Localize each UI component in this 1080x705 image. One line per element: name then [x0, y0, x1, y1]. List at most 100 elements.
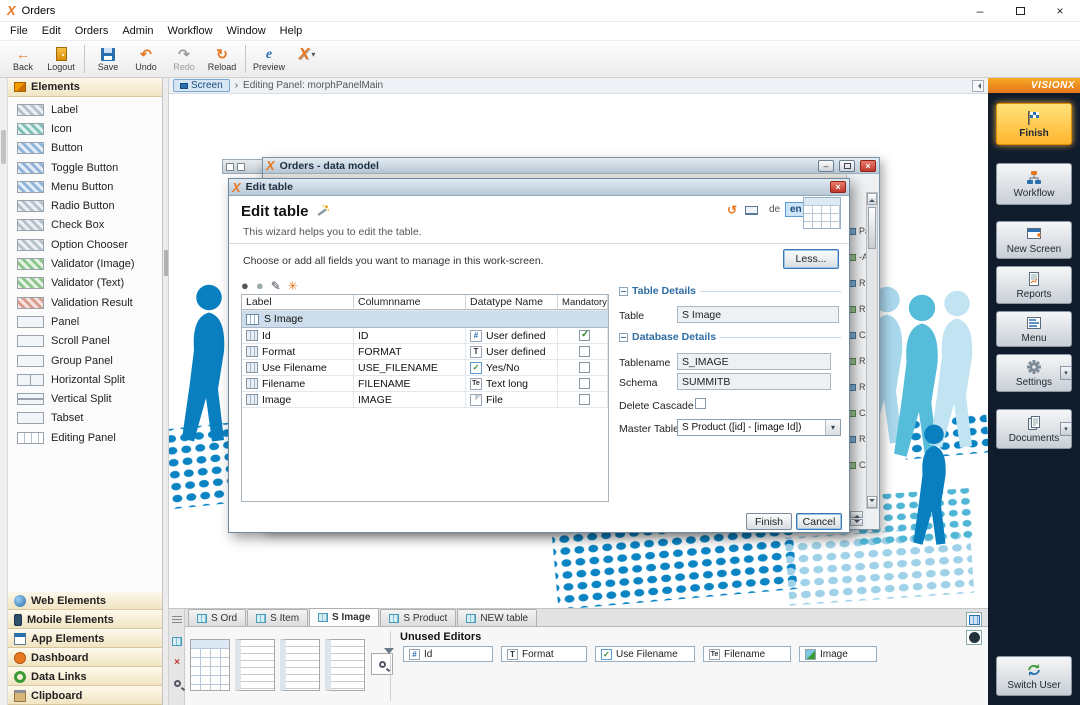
- preview-button[interactable]: e Preview: [250, 43, 288, 76]
- minimize-button[interactable]: –: [960, 0, 1000, 22]
- menu-help[interactable]: Help: [273, 23, 310, 39]
- element-item-panel[interactable]: Panel: [8, 312, 162, 331]
- element-item-validator-image[interactable]: Validator (Image): [8, 254, 162, 273]
- element-item-validation-result[interactable]: Validation Result: [8, 293, 162, 312]
- table-row[interactable]: Format FORMAT T User defined: [242, 344, 608, 360]
- element-item-horizontal-split[interactable]: Horizontal Split: [8, 370, 162, 389]
- unused-editor-use-filename[interactable]: ✓ Use Filename: [595, 646, 695, 662]
- layout-thumbnail-grid[interactable]: [190, 639, 230, 691]
- back-button[interactable]: ← Back: [4, 43, 42, 76]
- element-item-tabset[interactable]: Tabset: [8, 409, 162, 428]
- mandatory-checkbox[interactable]: [579, 362, 590, 373]
- table-name-input[interactable]: S Image: [677, 306, 839, 323]
- spinner-up-button[interactable]: [850, 511, 863, 518]
- column-header[interactable]: Label: [242, 295, 354, 310]
- element-item-validator-text[interactable]: Validator (Text): [8, 274, 162, 293]
- visionx-reports-button[interactable]: Reports: [996, 266, 1072, 304]
- elements-panel-header[interactable]: Elements: [8, 78, 162, 97]
- menu-file[interactable]: File: [3, 23, 35, 39]
- record-view-button[interactable]: [966, 630, 982, 645]
- magic-field-icon[interactable]: ✳: [288, 279, 298, 293]
- element-item-group-panel[interactable]: Group Panel: [8, 351, 162, 370]
- left-collapse-strip[interactable]: [0, 78, 8, 705]
- monitor-icon[interactable]: [745, 206, 758, 215]
- master-table-dropdown[interactable]: S Product ([id] - [image Id]) ▾: [677, 419, 841, 436]
- collapse-expander-icon[interactable]: [619, 286, 628, 296]
- visionx-menu-button[interactable]: Menu: [996, 311, 1072, 347]
- sidebar-section-clipboard[interactable]: Clipboard: [8, 686, 162, 705]
- element-item-button[interactable]: Button: [8, 139, 162, 158]
- column-header[interactable]: Datatype Name: [466, 295, 558, 310]
- remove-field-icon[interactable]: ●: [256, 278, 264, 293]
- delete-icon[interactable]: ×: [171, 656, 183, 668]
- element-item-option-chooser[interactable]: Option Chooser: [8, 235, 162, 254]
- column-header[interactable]: Columnname: [354, 295, 466, 310]
- mandatory-checkbox[interactable]: [579, 329, 590, 341]
- table-row[interactable]: Image IMAGE File: [242, 392, 608, 408]
- table-row[interactable]: Use Filename USE_FILENAME ✓ Yes/No: [242, 360, 608, 376]
- add-field-icon[interactable]: ●: [241, 278, 249, 293]
- table-details-section[interactable]: Table Details: [619, 285, 841, 297]
- column-header[interactable]: Mandatory: [558, 295, 608, 310]
- splitter-handle[interactable]: [164, 250, 168, 276]
- unused-editor-image[interactable]: Image: [799, 646, 877, 662]
- element-item-icon[interactable]: Icon: [8, 119, 162, 138]
- delete-cascade-checkbox[interactable]: [695, 398, 706, 409]
- menu-admin[interactable]: Admin: [115, 23, 160, 39]
- database-details-section[interactable]: Database Details: [619, 331, 841, 343]
- menu-edit[interactable]: Edit: [35, 23, 68, 39]
- tablename-input[interactable]: S_IMAGE: [677, 353, 831, 370]
- tab-s-item[interactable]: S Item: [247, 609, 309, 626]
- sidebar-section-dashboard[interactable]: Dashboard: [8, 648, 162, 667]
- reload-button[interactable]: ↻ Reload: [203, 43, 241, 76]
- dialog-close-button[interactable]: ×: [830, 181, 846, 193]
- data-model-minimize-button[interactable]: –: [818, 159, 834, 172]
- visionx-menu-button[interactable]: X ▾: [288, 43, 326, 76]
- visionx-settings-button[interactable]: Settings ▾: [996, 354, 1072, 392]
- schema-input[interactable]: SUMMITB: [677, 373, 831, 390]
- lang-de-button[interactable]: de: [769, 204, 780, 215]
- grid-view-icon[interactable]: [171, 635, 183, 647]
- layout-thumbnail-form[interactable]: [235, 639, 275, 691]
- scroll-down-button[interactable]: [867, 496, 877, 508]
- unused-editor-id[interactable]: # Id: [403, 646, 493, 662]
- unused-editor-format[interactable]: T Format: [501, 646, 587, 662]
- element-item-radio-button[interactable]: Radio Button: [8, 196, 162, 215]
- undo-button[interactable]: ↶ Undo: [127, 43, 165, 76]
- design-canvas[interactable]: X Orders - data model – × w Pa -A RI: RI…: [169, 94, 988, 608]
- menu-workflow[interactable]: Workflow: [161, 23, 220, 39]
- documents-dropdown-button[interactable]: ▾: [1060, 422, 1072, 436]
- tab-s-ord[interactable]: S Ord: [188, 609, 247, 626]
- element-item-check-box[interactable]: Check Box: [8, 216, 162, 235]
- save-button[interactable]: Save: [89, 43, 127, 76]
- visionx-workflow-button[interactable]: Workflow: [996, 163, 1072, 205]
- visionx-finish-button[interactable]: Finish: [996, 103, 1072, 145]
- drag-handle-icon[interactable]: [171, 614, 183, 626]
- table-row[interactable]: Filename FILENAME Te Text long: [242, 376, 608, 392]
- sidebar-section-data-links[interactable]: Data Links: [8, 667, 162, 686]
- left-strip-handle[interactable]: [1, 130, 6, 164]
- sidebar-section-app-elements[interactable]: App Elements: [8, 629, 162, 648]
- tab-s-image[interactable]: S Image: [309, 608, 380, 626]
- element-item-scroll-panel[interactable]: Scroll Panel: [8, 332, 162, 351]
- visionx-new-screen-button[interactable]: New Screen: [996, 221, 1072, 259]
- cancel-button[interactable]: Cancel: [796, 513, 842, 530]
- element-item-label[interactable]: Label: [8, 100, 162, 119]
- vertical-scrollbar[interactable]: [866, 192, 878, 509]
- close-button[interactable]: ×: [1040, 0, 1080, 22]
- maximize-button[interactable]: [1000, 0, 1040, 22]
- data-model-maximize-button[interactable]: [839, 159, 855, 172]
- scroll-up-button[interactable]: [867, 193, 877, 205]
- mandatory-checkbox[interactable]: [579, 378, 590, 389]
- menu-orders[interactable]: Orders: [68, 23, 116, 39]
- dialog-titlebar[interactable]: X Edit table ×: [229, 179, 849, 196]
- data-model-titlebar[interactable]: X Orders - data model – ×: [263, 158, 879, 174]
- settings-dropdown-button[interactable]: ▾: [1060, 366, 1072, 380]
- breadcrumb-screen-chip[interactable]: Screen: [173, 79, 230, 92]
- history-icon[interactable]: ↺: [727, 203, 737, 217]
- element-item-vertical-split[interactable]: Vertical Split: [8, 389, 162, 408]
- mandatory-checkbox[interactable]: [579, 346, 590, 357]
- element-item-editing-panel[interactable]: Editing Panel: [8, 428, 162, 447]
- panel-collapse-button[interactable]: [972, 79, 984, 92]
- collapse-expander-icon[interactable]: [619, 332, 628, 342]
